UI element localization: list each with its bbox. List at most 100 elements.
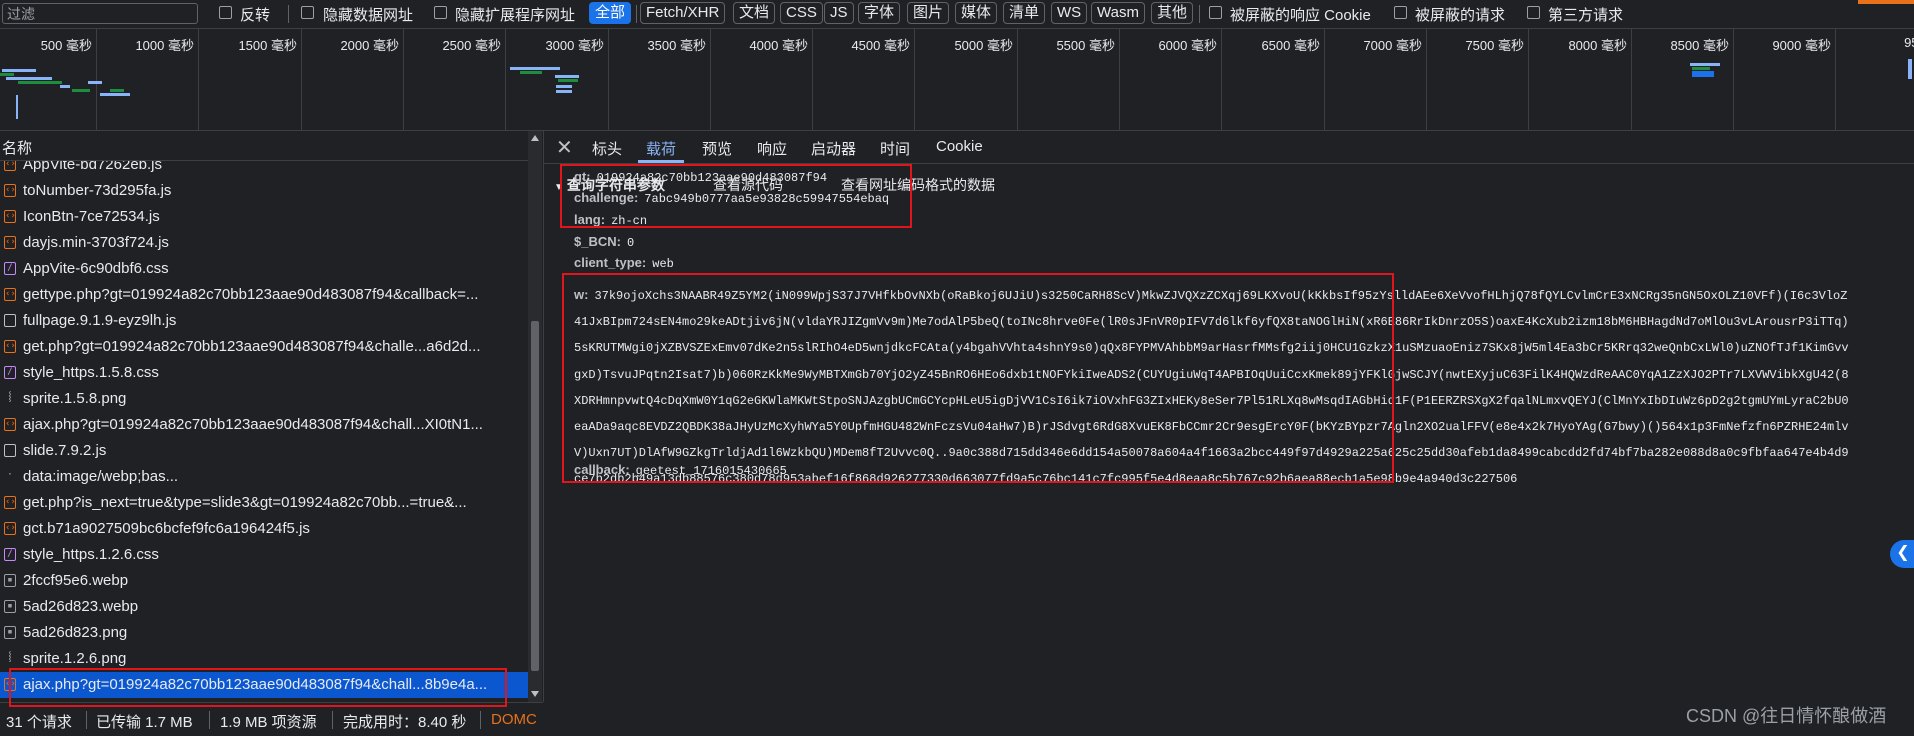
- timeline-tick-label: 4000 毫秒: [749, 38, 808, 53]
- list-header: 名称: [0, 131, 528, 161]
- waterfall-bar: [510, 67, 560, 70]
- timeline-tick-label: 6500 毫秒: [1261, 38, 1320, 53]
- waterfall-marker: [16, 95, 18, 119]
- tab-initiator[interactable]: 启动器: [811, 138, 856, 159]
- request-row[interactable]: ‹› dayjs.min-3703f724.js: [0, 230, 528, 256]
- scroll-up-arrow-icon[interactable]: [531, 135, 539, 141]
- third-party-checkbox[interactable]: [1527, 6, 1540, 19]
- type-filter-ws[interactable]: WS: [1051, 2, 1088, 24]
- request-row[interactable]: ‹› gct.b71a9027509bc6bcfef9fc6a196424f5.j…: [0, 516, 528, 542]
- request-list: ‹› AppVite-bd7262eb.js ‹› toNumber-73d295fa…: [0, 161, 528, 702]
- request-row[interactable]: ‹› get.php?gt=019924a82c70bb123aae90d4830…: [0, 334, 528, 360]
- image-file-icon: ⸾: [8, 392, 12, 402]
- timeline-gridline: [1528, 29, 1529, 130]
- request-row[interactable]: · data:image/webp;bas...: [0, 464, 528, 490]
- detail-tabbar: ✕ 标头 载荷 预览 响应 启动器 时间 Cookie: [544, 131, 1914, 164]
- toolbar-divider: [288, 5, 289, 23]
- param-key: client_type:: [574, 255, 647, 270]
- request-row[interactable]: ‹› get.php?is_next=true&type=slide3&gt=01…: [0, 490, 528, 516]
- request-row[interactable]: ‹› gettype.php?gt=019924a82c70bb123aae90d…: [0, 282, 528, 308]
- param-key: w:: [574, 287, 589, 302]
- request-row[interactable]: ⸾ sprite.1.2.6.png: [0, 646, 528, 672]
- type-filter-manifest[interactable]: 清单: [1003, 2, 1046, 24]
- param-row-challenge: challenge: 7abc949b0777aa5e93828c59947554…: [574, 190, 889, 206]
- timeline-overview[interactable]: 500 毫秒 1000 毫秒 1500 毫秒 2000 毫秒 2500 毫秒 3000 毫…: [0, 29, 1914, 131]
- request-row[interactable]: ‹› toNumber-73d295fa.js: [0, 178, 528, 204]
- tab-headers[interactable]: 标头: [592, 138, 622, 159]
- type-filter-img[interactable]: 图片: [907, 2, 950, 24]
- timeline-gridline: [1426, 29, 1427, 130]
- hide-extension-urls-checkbox[interactable]: [434, 6, 447, 19]
- param-row-gt: gt: 019924a82c70bb123aae90d483087f94: [574, 169, 827, 185]
- timeline-tick-label: 8000 毫秒: [1568, 38, 1627, 53]
- request-name: AppVite-6c90dbf6.css: [23, 260, 169, 277]
- request-name: dayjs.min-3703f724.js: [23, 234, 169, 251]
- tab-cookies[interactable]: Cookie: [936, 138, 983, 155]
- waterfall-bar: [1690, 63, 1720, 66]
- blocked-cookies-checkbox[interactable]: [1209, 6, 1222, 19]
- type-filter-media[interactable]: 媒体: [955, 2, 998, 24]
- param-row-lang: lang: zh-cn: [574, 212, 647, 228]
- stylesheet-icon: ∕: [4, 262, 16, 275]
- request-row[interactable]: fullpage.9.1.9-eyz9lh.js: [0, 308, 528, 334]
- document-icon: [4, 444, 16, 457]
- type-filter-js[interactable]: JS: [824, 2, 854, 24]
- request-detail-panel: ✕ 标头 载荷 预览 响应 启动器 时间 Cookie ▼ 查询字符串参数 查看源…: [544, 131, 1914, 702]
- tab-payload[interactable]: 载荷: [646, 138, 676, 159]
- close-icon[interactable]: ✕: [556, 135, 573, 160]
- request-row[interactable]: ‹› AppVite-bd7262eb.js: [0, 161, 528, 178]
- request-row[interactable]: ‹› ajax.php?gt=019924a82c70bb123aae90d483…: [0, 412, 528, 438]
- status-divider: [86, 711, 87, 729]
- status-divider: [480, 711, 481, 729]
- filter-input[interactable]: [2, 3, 198, 24]
- list-scrollbar[interactable]: [528, 131, 542, 702]
- request-row[interactable]: ‹› ajax.php?gt=019924a82c70bb123aae90d483…: [0, 672, 528, 698]
- waterfall-bar: [520, 71, 542, 74]
- scroll-down-arrow-icon[interactable]: [531, 691, 539, 697]
- transferred-size: 已传输 1.7 MB: [96, 714, 193, 731]
- column-name-header[interactable]: 名称: [2, 137, 32, 158]
- request-name: sprite.1.5.8.png: [23, 390, 127, 407]
- request-row[interactable]: ‹› IconBtn-7ce72534.js: [0, 204, 528, 230]
- timeline-gridline: [96, 29, 97, 130]
- hide-data-urls-checkbox[interactable]: [301, 6, 314, 19]
- type-filter-doc[interactable]: 文档: [733, 2, 776, 24]
- timeline-tick-label: 7500 毫秒: [1465, 38, 1524, 53]
- timeline-tick-label: 1000 毫秒: [135, 38, 194, 53]
- timeline-tick-label: 5500 毫秒: [1056, 38, 1115, 53]
- tab-timing[interactable]: 时间: [880, 138, 910, 159]
- invert-checkbox[interactable]: [219, 6, 232, 19]
- waterfall-bar: [556, 85, 572, 88]
- request-name: get.php?is_next=true&type=slide3&gt=0199…: [23, 494, 467, 511]
- timeline-gridline: [198, 29, 199, 130]
- timeline-gridline: [914, 29, 915, 130]
- type-filter-font[interactable]: 字体: [858, 2, 901, 24]
- timeline-gridline: [1733, 29, 1734, 130]
- type-filter-all[interactable]: 全部: [589, 2, 632, 24]
- request-row[interactable]: ⸾ sprite.1.5.8.png: [0, 386, 528, 412]
- type-filter-other[interactable]: 其他: [1151, 2, 1194, 24]
- tab-response[interactable]: 响应: [757, 138, 787, 159]
- tab-preview[interactable]: 预览: [702, 138, 732, 159]
- timeline-tick-label: 8500 毫秒: [1670, 38, 1729, 53]
- blocked-requests-checkbox[interactable]: [1394, 6, 1407, 19]
- type-filter-fetch-xhr[interactable]: Fetch/XHR: [640, 2, 726, 24]
- window-accent: [1858, 0, 1914, 4]
- request-row[interactable]: slide.7.9.2.js: [0, 438, 528, 464]
- waterfall-bar: [1692, 67, 1710, 70]
- request-name: data:image/webp;bas...: [23, 468, 179, 485]
- request-row[interactable]: ∕ style_https.1.2.6.css: [0, 542, 528, 568]
- scrollbar-thumb[interactable]: [531, 321, 539, 671]
- request-row[interactable]: ▪ 5ad26d823.png: [0, 620, 528, 646]
- waterfall-bar: [2, 69, 36, 72]
- request-row[interactable]: ▪ 5ad26d823.webp: [0, 594, 528, 620]
- type-filter-css[interactable]: CSS: [780, 2, 823, 24]
- sidebar-toggle-chevron-left-icon[interactable]: ❮: [1890, 540, 1914, 568]
- type-filter-wasm[interactable]: Wasm: [1091, 2, 1145, 24]
- script-icon: ‹›: [4, 210, 16, 223]
- request-row[interactable]: ∕ AppVite-6c90dbf6.css: [0, 256, 528, 282]
- request-row[interactable]: ∕ style_https.1.5.8.css: [0, 360, 528, 386]
- script-icon: ‹›: [4, 184, 16, 197]
- request-row[interactable]: ▪ 2fccf95e6.webp: [0, 568, 528, 594]
- status-divider: [332, 711, 333, 729]
